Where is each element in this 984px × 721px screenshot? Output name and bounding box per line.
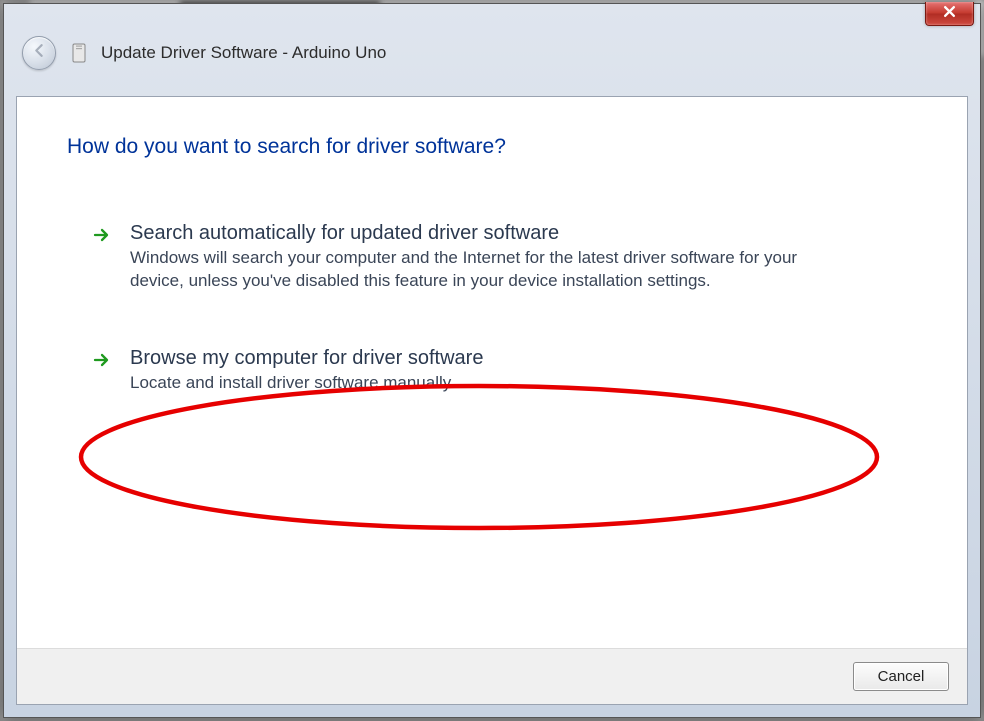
option-description: Locate and install driver software manua… — [130, 372, 810, 395]
option-description: Windows will search your computer and th… — [130, 247, 810, 293]
option-text: Search automatically for updated driver … — [130, 220, 890, 293]
option-text: Browse my computer for driver software L… — [130, 345, 890, 395]
arrow-right-icon — [92, 220, 114, 293]
option-title: Browse my computer for driver software — [130, 345, 890, 372]
device-icon — [70, 41, 87, 65]
arrow-right-icon — [92, 345, 114, 395]
nav-row: Update Driver Software - Arduino Uno — [4, 34, 980, 72]
back-arrow-icon — [31, 42, 48, 64]
dialog-footer: Cancel — [17, 648, 967, 704]
option-title: Search automatically for updated driver … — [130, 220, 890, 247]
content: How do you want to search for driver sof… — [17, 97, 967, 640]
page-heading: How do you want to search for driver sof… — [67, 135, 917, 159]
titlebar — [4, 4, 980, 34]
close-icon — [943, 5, 956, 23]
close-button[interactable] — [925, 2, 974, 26]
option-search-automatically[interactable]: Search automatically for updated driver … — [85, 211, 897, 310]
option-browse-computer[interactable]: Browse my computer for driver software L… — [85, 336, 897, 412]
content-frame: How do you want to search for driver sof… — [16, 96, 968, 705]
dialog-window: Update Driver Software - Arduino Uno How… — [3, 3, 981, 718]
back-button[interactable] — [22, 36, 56, 70]
cancel-button[interactable]: Cancel — [853, 662, 949, 691]
window-title: Update Driver Software - Arduino Uno — [101, 43, 386, 63]
